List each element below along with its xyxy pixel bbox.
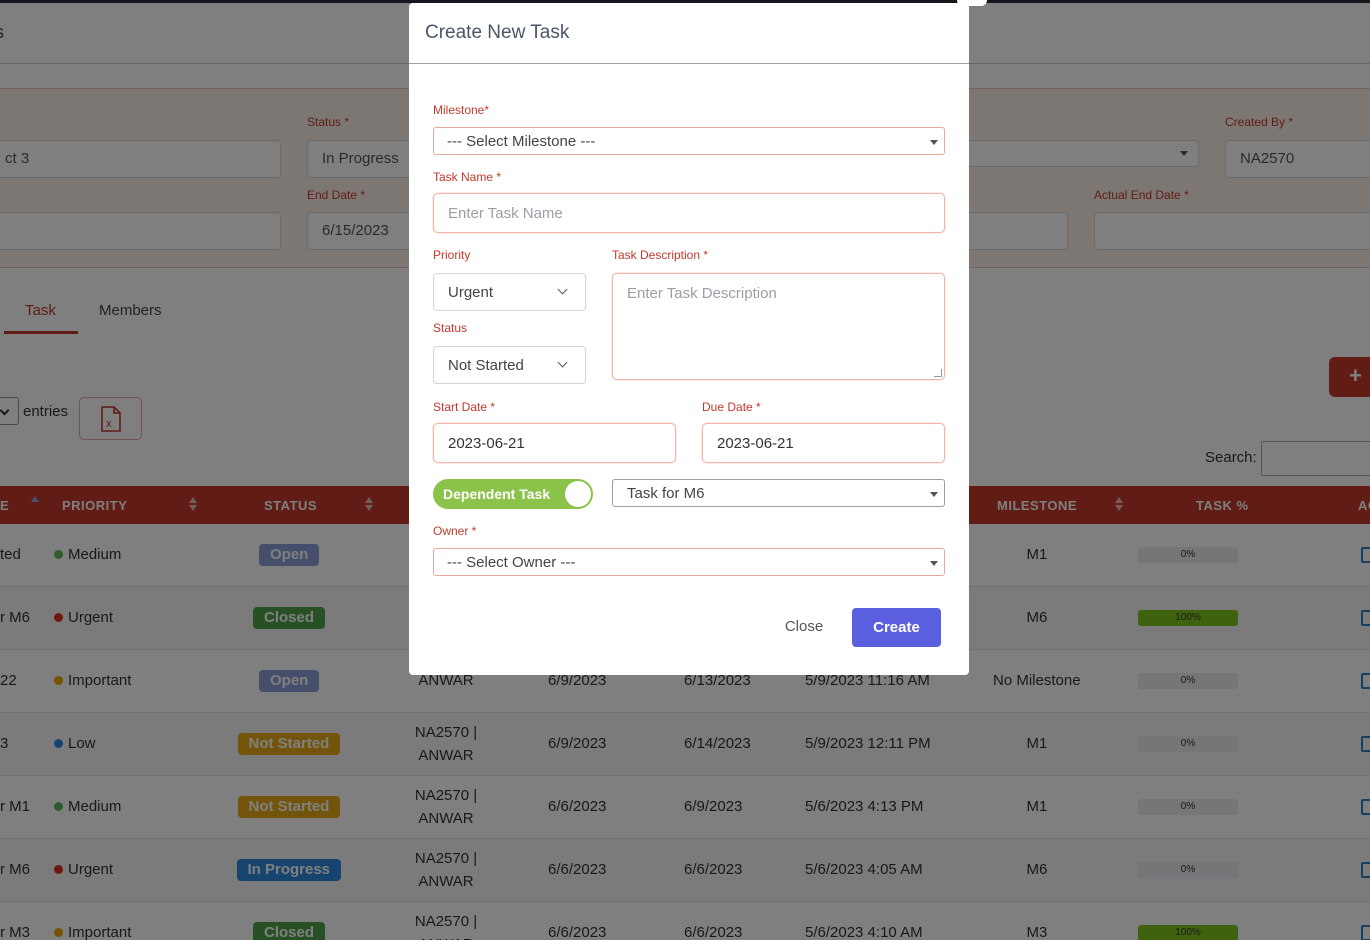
create-button[interactable]: Create xyxy=(852,608,941,647)
chevron-down-icon xyxy=(557,284,568,295)
close-button[interactable]: Close xyxy=(768,608,840,646)
dependent-task-toggle[interactable]: Dependent Task xyxy=(433,479,593,509)
milestone-label: Milestone* xyxy=(433,103,490,117)
dependent-task-label: Dependent Task xyxy=(443,486,551,502)
due-date-input[interactable]: 2023-06-21 xyxy=(702,423,945,463)
milestone-select[interactable]: --- Select Milestone --- xyxy=(433,127,945,155)
owner-select[interactable]: --- Select Owner --- xyxy=(433,548,945,576)
chevron-down-icon xyxy=(557,357,568,368)
task-name-label: Task Name * xyxy=(433,170,502,184)
resize-handle-icon[interactable] xyxy=(934,369,942,377)
caret-down-icon xyxy=(930,561,938,566)
priority-select-value: Urgent xyxy=(448,284,494,301)
owner-select-value: --- Select Owner --- xyxy=(447,554,576,571)
owner-label: Owner * xyxy=(433,524,477,538)
due-date-label: Due Date * xyxy=(702,400,761,414)
start-date-input[interactable]: 2023-06-21 xyxy=(433,423,676,463)
start-date-label: Start Date * xyxy=(433,400,496,414)
dependent-task-value: Task for M6 xyxy=(627,485,705,502)
task-description-textarea[interactable]: Enter Task Description xyxy=(612,273,945,380)
toggle-knob xyxy=(565,481,591,507)
caret-down-icon xyxy=(930,140,938,145)
priority-select[interactable]: Urgent xyxy=(433,273,586,311)
status-label: Status xyxy=(433,321,468,335)
task-description-placeholder: Enter Task Description xyxy=(627,285,777,302)
status-select[interactable]: Not Started xyxy=(433,346,586,384)
task-description-label: Task Description * xyxy=(612,248,709,262)
status-select-value: Not Started xyxy=(448,357,524,374)
priority-label: Priority xyxy=(433,248,471,262)
milestone-select-value: --- Select Milestone --- xyxy=(447,133,596,150)
caret-down-icon xyxy=(930,492,938,497)
modal-title: Create New Task xyxy=(425,22,570,43)
dependent-task-select[interactable]: Task for M6 xyxy=(612,479,945,507)
modal-header: Create New Task xyxy=(409,3,969,64)
task-name-input[interactable]: Enter Task Name xyxy=(433,193,945,233)
